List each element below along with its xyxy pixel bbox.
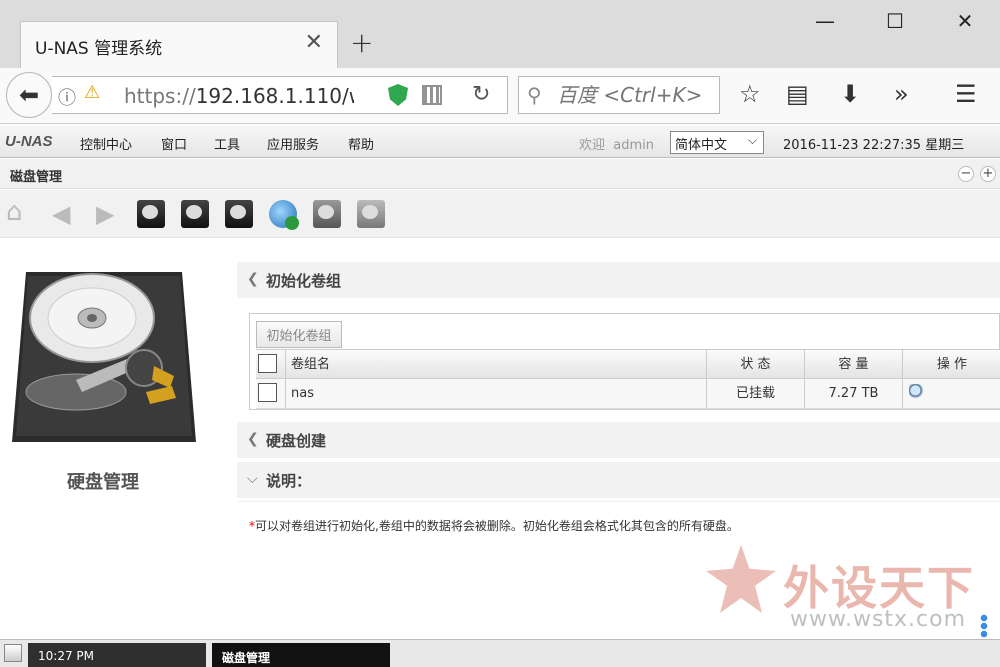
browser-tab-strip: U-NAS 管理系统 ✕ + — ☐ ✕ [0, 0, 1000, 68]
disk-volume-icon[interactable] [181, 200, 209, 228]
header-capacity: 容 量 [805, 350, 903, 379]
watermark-logo [706, 545, 776, 613]
description-box: *可以对卷组进行初始化,卷组中的数据将会被删除。初始化卷组会格式化其包含的所有硬… [237, 501, 1000, 547]
disk-toolbar: ⌂ ◀ ▶ [0, 190, 1000, 238]
language-select[interactable]: 简体中文 ⌵ [670, 131, 764, 154]
reader-icon[interactable]: ▤ [786, 80, 809, 108]
maximize-window-icon[interactable]: ☐ [872, 6, 918, 36]
hamburger-menu-icon[interactable]: ☰ [955, 80, 977, 108]
window-titlebar: 磁盘管理 − + [0, 159, 1000, 189]
section-create-label: 硬盘创建 [266, 432, 327, 450]
browser-navbar: ⬅ ⓘ ⚠ https://192.168.1.110/w ↻ ⚲ ☆ ▤ ⬇ … [0, 68, 1000, 124]
search-bar[interactable]: ⚲ [518, 76, 720, 114]
chevron-down-icon: ⌵ [747, 133, 757, 147]
qr-code-icon[interactable] [422, 85, 442, 105]
menu-control-center[interactable]: 控制中心 [80, 134, 132, 153]
chevron-left-icon: ❮ [247, 271, 259, 287]
header-status: 状 态 [707, 350, 805, 379]
cell-status: 已挂载 [707, 379, 805, 408]
section-description[interactable]: ⌵ 说明： [237, 462, 1000, 498]
download-icon[interactable]: ⬇ [840, 80, 860, 108]
volume-panel: 初始化卷组 卷组名 状 态 容 量 操 作 nas 已挂载 7.27 TB [249, 313, 1000, 410]
app-logo: U-NAS [5, 133, 53, 150]
header-actions: 操 作 [936, 357, 968, 372]
show-desktop-icon[interactable] [4, 644, 22, 662]
section-init-label: 初始化卷组 [266, 272, 342, 290]
cell-volume-name: nas [286, 379, 707, 408]
close-window-icon[interactable]: ✕ [942, 6, 988, 36]
disk-settings-icon[interactable] [225, 200, 253, 228]
magnifier-icon[interactable] [909, 384, 925, 400]
warning-lock-icon[interactable]: ⚠ [84, 82, 100, 103]
reload-icon[interactable]: ↻ [472, 82, 490, 107]
taskbar: 10:27 PM 磁盘管理 [0, 639, 1000, 667]
tab-title: U-NAS 管理系统 [35, 39, 163, 59]
header-volume-name: 卷组名 [286, 350, 707, 379]
chevron-left-icon: ❮ [247, 431, 259, 447]
minimize-window-icon[interactable]: — [802, 6, 848, 36]
menu-window[interactable]: 窗口 [161, 134, 187, 153]
info-icon[interactable]: ⓘ [58, 84, 76, 110]
app-menu-bar: U-NAS 控制中心 窗口 工具 应用服务 帮助 欢迎 admin 简体中文 ⌵ … [0, 125, 1000, 158]
window-title: 磁盘管理 [10, 170, 63, 185]
datetime-display: 2016-11-23 22:27:35 星期三 [783, 138, 965, 153]
browser-tab[interactable]: U-NAS 管理系统 ✕ [20, 21, 338, 68]
select-all-checkbox[interactable] [258, 354, 277, 373]
window-maximize-icon[interactable]: + [980, 166, 996, 182]
description-text: *可以对卷组进行初始化,卷组中的数据将会被删除。初始化卷组会格式化其包含的所有硬… [249, 519, 739, 533]
section-disk-create[interactable]: ❮ 硬盘创建 [237, 422, 1000, 458]
url-text[interactable]: https://192.168.1.110/w [124, 84, 354, 108]
taskbar-clock: 10:27 PM [28, 643, 206, 667]
search-input[interactable] [557, 81, 717, 109]
section-init-volume[interactable]: ❮ 初始化卷组 [237, 262, 1000, 298]
back-icon[interactable]: ◀ [52, 200, 80, 228]
cell-capacity: 7.27 TB [805, 379, 903, 408]
welcome-text: 欢迎 admin [579, 138, 655, 153]
url-bar[interactable]: ⓘ ⚠ https://192.168.1.110/w ↻ [52, 76, 508, 114]
back-arrow-icon[interactable]: ⬅ [6, 72, 52, 118]
menu-app-services[interactable]: 应用服务 [267, 134, 319, 153]
row-checkbox[interactable] [258, 383, 277, 402]
overflow-icon[interactable]: » [894, 80, 909, 108]
left-pane-title: 硬盘管理 [67, 472, 139, 493]
bookmark-star-icon[interactable]: ☆ [739, 80, 761, 108]
forward-icon[interactable]: ▶ [96, 200, 124, 228]
disk-icon[interactable] [137, 200, 165, 228]
section-desc-label: 说明： [266, 472, 312, 490]
hard-disk-illustration [12, 272, 196, 442]
menu-tools[interactable]: 工具 [214, 134, 240, 153]
table-row: nas 已挂载 7.27 TB [256, 379, 1000, 409]
close-tab-icon[interactable]: ✕ [305, 30, 323, 55]
disk-tools-icon[interactable] [313, 200, 341, 228]
home-icon[interactable]: ⌂ [6, 198, 34, 226]
chevron-down-icon: ⌵ [247, 471, 258, 487]
new-tab-icon[interactable]: + [350, 26, 373, 59]
table-header: 卷组名 状 态 容 量 操 作 [256, 349, 1000, 379]
watermark-url: www.wstx.com [790, 607, 967, 632]
shield-icon[interactable] [388, 84, 408, 106]
taskbar-item-disk-management[interactable]: 磁盘管理 [212, 643, 390, 667]
dots-icon [980, 614, 988, 638]
disk-info-icon[interactable] [357, 200, 385, 228]
network-globe-icon[interactable] [269, 200, 299, 230]
window-minimize-icon[interactable]: − [958, 166, 974, 182]
search-icon: ⚲ [527, 83, 542, 107]
init-volume-button[interactable]: 初始化卷组 [256, 321, 342, 348]
menu-help[interactable]: 帮助 [348, 134, 374, 153]
